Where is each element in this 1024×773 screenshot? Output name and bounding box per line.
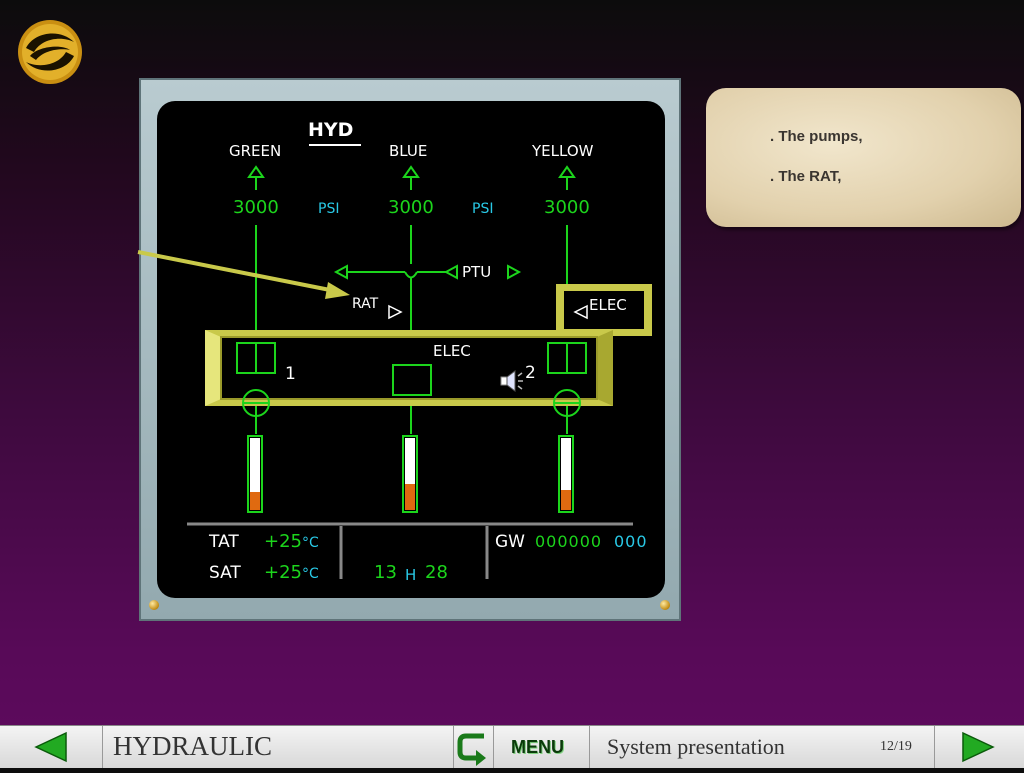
system-label-green: GREEN <box>229 142 282 160</box>
menu-button[interactable]: MENU <box>494 726 590 768</box>
right-arrow-icon <box>962 731 995 763</box>
elec-label-pump: ELEC <box>433 342 471 360</box>
hyd-ecam-screen: HYD GREEN BLUE YELLOW 3000 3000 3000 PSI… <box>157 101 665 598</box>
left-arrow-icon <box>34 731 67 763</box>
psi-label: PSI <box>472 201 494 217</box>
note-card: . The pumps, . The RAT, <box>706 88 1021 227</box>
section-title-area: HYDRAULIC <box>103 726 454 768</box>
gw-value: 000000 <box>535 532 603 551</box>
previous-button[interactable] <box>0 726 103 768</box>
bezel-screw <box>149 600 159 610</box>
note-line: . The RAT, <box>770 168 842 185</box>
gw-label: GW <box>495 532 525 552</box>
reservoir-gauges <box>247 435 574 513</box>
pressure-yellow: 3000 <box>544 197 590 218</box>
note-line: . The pumps, <box>770 128 863 145</box>
tat-value: +25 <box>264 531 302 552</box>
ptu-line <box>333 264 522 280</box>
pump-number-1: 1 <box>285 364 296 384</box>
tat-label: TAT <box>209 532 239 552</box>
sat-label: SAT <box>209 563 241 583</box>
company-logo-icon <box>18 20 82 84</box>
ptu-label: PTU <box>462 263 492 281</box>
return-arrow-icon <box>457 733 486 766</box>
pressure-arrows <box>247 165 576 190</box>
pressure-blue: 3000 <box>388 197 434 218</box>
rat-triangle <box>388 304 403 320</box>
gw-suffix: 000 <box>614 532 648 551</box>
time-hours: 13 <box>374 562 397 583</box>
bottom-navigation-bar: HYDRAULIC MENU System presentation 12/19 <box>0 725 1024 768</box>
psi-label: PSI <box>318 201 340 217</box>
sat-unit: °C <box>302 566 319 582</box>
return-button[interactable] <box>454 726 494 768</box>
next-button[interactable] <box>935 726 1024 768</box>
sat-value: +25 <box>264 562 302 583</box>
pressure-green: 3000 <box>233 197 279 218</box>
hyd-schematic <box>187 144 652 579</box>
subtitle-area: System presentation 12/19 <box>590 726 935 768</box>
page-indicator: 12/19 <box>880 739 912 754</box>
elec-label-yellow: ELEC <box>589 296 627 314</box>
time-minutes: 28 <box>425 562 448 583</box>
system-label-yellow: YELLOW <box>532 142 594 160</box>
pump-number-2: 2 <box>525 363 536 383</box>
menu-label: MENU <box>511 737 564 757</box>
section-title: HYDRAULIC <box>113 731 272 761</box>
tat-unit: °C <box>302 535 319 551</box>
display-title: HYD <box>308 119 354 141</box>
system-label-blue: BLUE <box>389 142 428 160</box>
rat-label: RAT <box>352 296 379 312</box>
subtitle: System presentation <box>607 734 785 759</box>
bezel-screw <box>660 600 670 610</box>
time-separator: H <box>405 566 417 584</box>
